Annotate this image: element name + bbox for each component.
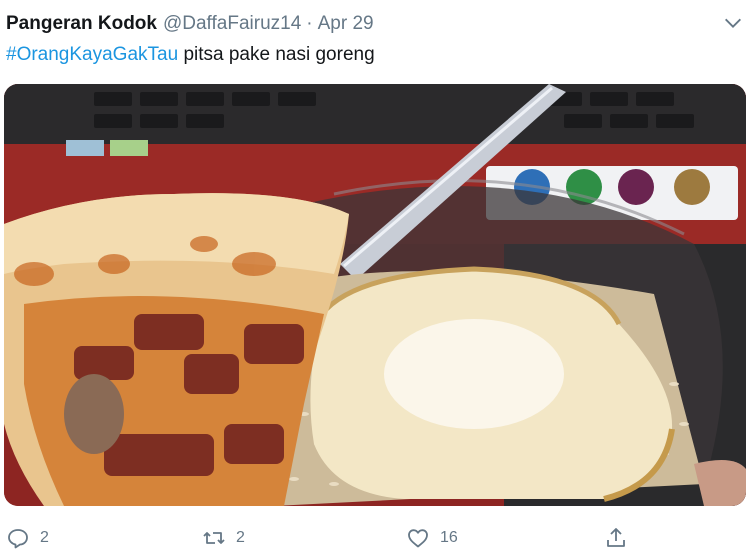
tweet-photo[interactable] bbox=[4, 84, 746, 506]
tweet-header: Pangeran Kodok @DaffaFairuz14 · Apr 29 bbox=[6, 10, 374, 38]
like-button[interactable]: 16 bbox=[406, 520, 458, 556]
like-count: 16 bbox=[440, 529, 458, 546]
retweet-count: 2 bbox=[236, 529, 245, 546]
tweet-body: pitsa pake nasi goreng bbox=[178, 44, 375, 65]
share-icon bbox=[607, 528, 625, 547]
retweet-icon bbox=[203, 532, 225, 544]
tweet-actions: 2 2 16 bbox=[0, 520, 750, 556]
reply-icon bbox=[8, 529, 28, 549]
retweet-button[interactable]: 2 bbox=[202, 520, 245, 556]
display-name[interactable]: Pangeran Kodok bbox=[6, 13, 157, 35]
food-photo bbox=[4, 84, 746, 506]
separator-dot: · bbox=[306, 13, 313, 34]
user-handle[interactable]: @DaffaFairuz14 bbox=[163, 13, 301, 35]
tweet-text: #OrangKayaGakTau pitsa pake nasi goreng bbox=[6, 44, 375, 66]
heart-icon bbox=[408, 529, 428, 548]
share-button[interactable] bbox=[604, 520, 638, 556]
reply-count: 2 bbox=[40, 529, 49, 546]
tweet-date[interactable]: Apr 29 bbox=[318, 13, 374, 35]
chevron-down-icon[interactable] bbox=[722, 12, 744, 34]
hashtag-link[interactable]: #OrangKayaGakTau bbox=[6, 44, 178, 65]
reply-button[interactable]: 2 bbox=[6, 520, 49, 556]
